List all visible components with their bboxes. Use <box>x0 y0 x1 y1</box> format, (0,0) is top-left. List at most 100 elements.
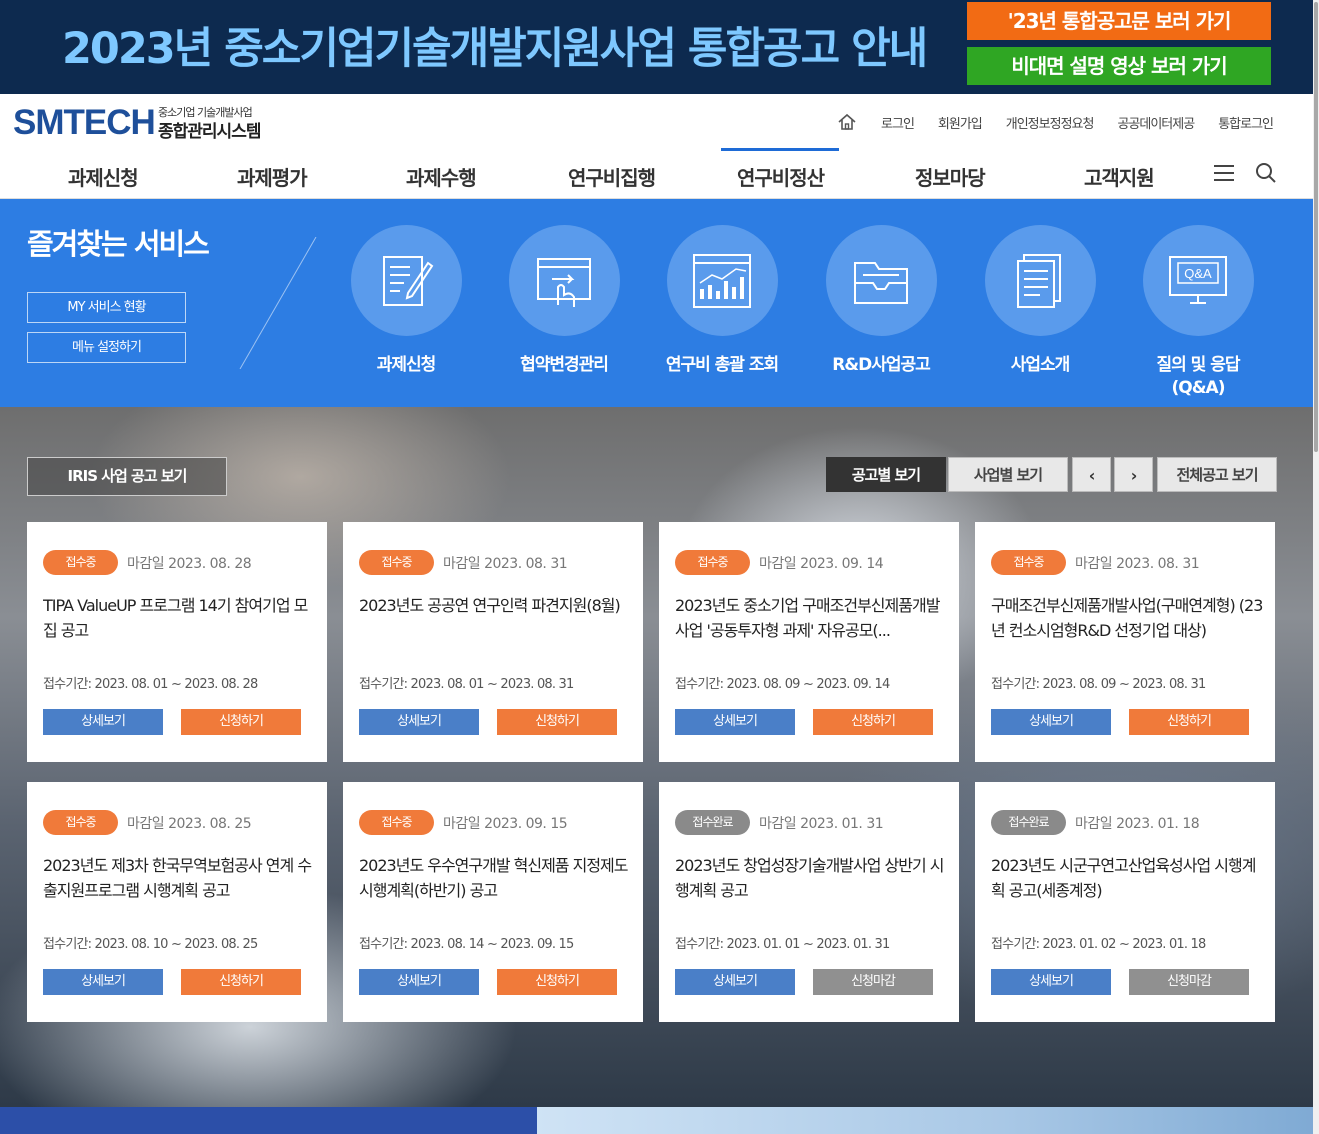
main-nav: 과제신청 과제평가 과제수행 연구비집행 연구비정산 정보마당 고객지원 <box>0 148 1313 199</box>
deadline: 마감일 2023. 08. 31 <box>1075 556 1200 572</box>
quick-label: R&D사업공고 <box>832 355 931 375</box>
iris-notice-button[interactable]: IRIS 사업 공고 보기 <box>27 457 227 496</box>
quick-qna[interactable]: Q&A 질의 및 응답 (Q&A) <box>1123 225 1273 400</box>
folder-icon <box>854 261 908 304</box>
signup-link[interactable]: 회원가입 <box>938 113 983 132</box>
notice-title[interactable]: 2023년도 중소기업 구매조건부신제품개발사업 '공동투자형 과제' 자유공모… <box>675 593 947 643</box>
detail-button[interactable]: 상세보기 <box>991 709 1111 735</box>
bottom-section-left <box>0 1107 537 1134</box>
public-data-link[interactable]: 공공데이터제공 <box>1117 113 1195 132</box>
status-badge: 접수중 <box>991 550 1066 575</box>
bar-chart-icon <box>693 253 751 308</box>
login-link[interactable]: 로그인 <box>881 113 915 132</box>
scrollbar[interactable] <box>1313 0 1319 1134</box>
bottom-section-right <box>537 1107 1313 1134</box>
status-badge: 접수완료 <box>675 810 750 835</box>
nav-item-support[interactable]: 고객지원 <box>1084 162 1155 191</box>
notice-card: 접수완료 마감일 2023. 01. 18 2023년도 시군구연고산업육성사업… <box>975 782 1275 1022</box>
integrated-login-link[interactable]: 통합로그인 <box>1218 113 1274 132</box>
deadline: 마감일 2023. 01. 31 <box>759 816 884 832</box>
quick-label: 사업소개 <box>1010 355 1071 375</box>
deadline: 마감일 2023. 08. 31 <box>443 556 568 572</box>
tab-by-notice[interactable]: 공고별 보기 <box>826 457 946 492</box>
hamburger-menu-icon[interactable] <box>1213 164 1235 182</box>
apply-button[interactable]: 신청하기 <box>181 709 301 735</box>
documents-icon <box>1017 253 1061 308</box>
scrollbar-thumb[interactable] <box>1314 2 1318 452</box>
view-video-button[interactable]: 비대면 설명 영상 보러 가기 <box>967 47 1271 85</box>
my-service-button[interactable]: MY 서비스 현황 <box>27 292 186 323</box>
apply-button[interactable]: 신청하기 <box>497 969 617 995</box>
apply-button[interactable]: 신청하기 <box>181 969 301 995</box>
detail-button[interactable]: 상세보기 <box>359 969 479 995</box>
detail-button[interactable]: 상세보기 <box>43 969 163 995</box>
logo[interactable]: SMTECH <box>13 103 156 143</box>
touch-screen-icon <box>537 257 591 307</box>
quick-contract-change[interactable]: 협약변경관리 <box>489 225 639 377</box>
banner-title: 2023년 중소기업기술개발지원사업 통합공고 안내 <box>62 24 928 74</box>
notice-title[interactable]: 2023년도 우수연구개발 혁신제품 지정제도 시행계획(하반기) 공고 <box>359 853 631 903</box>
application-period: 접수기간: 2023. 08. 10 ~ 2023. 08. 25 <box>43 937 258 952</box>
home-icon[interactable] <box>837 112 857 132</box>
apply-button[interactable]: 신청하기 <box>497 709 617 735</box>
detail-button[interactable]: 상세보기 <box>43 709 163 735</box>
notice-title[interactable]: 2023년도 시군구연고산업육성사업 시행계획 공고(세종계정) <box>991 853 1263 903</box>
deadline: 마감일 2023. 01. 18 <box>1075 816 1200 832</box>
quick-label: 협약변경관리 <box>520 355 609 375</box>
detail-button[interactable]: 상세보기 <box>991 969 1111 995</box>
quick-label: 과제신청 <box>376 355 437 375</box>
nav-item-task-apply[interactable]: 과제신청 <box>68 162 139 191</box>
application-period: 접수기간: 2023. 08. 09 ~ 2023. 08. 31 <box>991 677 1206 692</box>
next-arrow-icon[interactable]: › <box>1114 457 1153 492</box>
notice-card: 접수중 마감일 2023. 08. 31 구매조건부신제품개발사업(구매연계형)… <box>975 522 1275 762</box>
menu-settings-button[interactable]: 메뉴 설정하기 <box>27 332 186 363</box>
detail-button[interactable]: 상세보기 <box>675 709 795 735</box>
notice-section: IRIS 사업 공고 보기 공고별 보기 사업별 보기 ‹ › 전체공고 보기 … <box>0 407 1313 1107</box>
status-badge: 접수완료 <box>991 810 1066 835</box>
view-notice-button[interactable]: '23년 통합공고문 보러 가기 <box>967 2 1271 40</box>
divider-line <box>239 237 317 369</box>
deadline: 마감일 2023. 09. 14 <box>759 556 884 572</box>
tab-by-business[interactable]: 사업별 보기 <box>948 457 1068 492</box>
notice-title[interactable]: 2023년도 창업성장기술개발사업 상반기 시행계획 공고 <box>675 853 947 903</box>
application-period: 접수기간: 2023. 08. 14 ~ 2023. 09. 15 <box>359 937 574 952</box>
status-badge: 접수중 <box>675 550 750 575</box>
privacy-request-link[interactable]: 개인정보정정요청 <box>1006 113 1095 132</box>
detail-button[interactable]: 상세보기 <box>675 969 795 995</box>
deadline: 마감일 2023. 08. 28 <box>127 556 252 572</box>
status-badge: 접수중 <box>359 810 434 835</box>
application-period: 접수기간: 2023. 01. 02 ~ 2023. 01. 18 <box>991 937 1206 952</box>
quick-fund-overview[interactable]: 연구비 총괄 조회 <box>647 225 797 377</box>
quick-label: 연구비 총괄 조회 <box>665 355 779 375</box>
notice-title[interactable]: 2023년도 공공연 연구인력 파견지원(8월) <box>359 593 631 643</box>
notice-card: 접수중 마감일 2023. 08. 25 2023년도 제3차 한국무역보험공사… <box>27 782 327 1022</box>
notice-title[interactable]: 구매조건부신제품개발사업(구매연계형) (23년 컨소시엄형R&D 선정기업 대… <box>991 593 1263 643</box>
notice-card: 접수중 마감일 2023. 09. 15 2023년도 우수연구개발 혁신제품 … <box>343 782 643 1022</box>
quick-business-intro[interactable]: 사업소개 <box>965 225 1115 377</box>
notice-title[interactable]: TIPA ValueUP 프로그램 14기 참여기업 모집 공고 <box>43 593 315 643</box>
detail-button[interactable]: 상세보기 <box>359 709 479 735</box>
favorite-services: 즐겨찾는 서비스 MY 서비스 현황 메뉴 설정하기 과제신청 협약변경관리 연… <box>0 199 1313 407</box>
logo-system-name: 종합관리시스템 <box>158 122 261 142</box>
notice-card: 접수중 마감일 2023. 09. 14 2023년도 중소기업 구매조건부신제… <box>659 522 959 762</box>
quick-rnd-notice[interactable]: R&D사업공고 <box>806 225 956 377</box>
quick-task-apply[interactable]: 과제신청 <box>331 225 481 377</box>
nav-item-task-execution[interactable]: 과제수행 <box>406 162 477 191</box>
nav-item-task-evaluation[interactable]: 과제평가 <box>237 162 308 191</box>
apply-button[interactable]: 신청하기 <box>813 709 933 735</box>
notice-card: 접수중 마감일 2023. 08. 31 2023년도 공공연 연구인력 파견지… <box>343 522 643 762</box>
all-notices-button[interactable]: 전체공고 보기 <box>1157 457 1277 492</box>
application-period: 접수기간: 2023. 01. 01 ~ 2023. 01. 31 <box>675 937 890 952</box>
prev-arrow-icon[interactable]: ‹ <box>1072 457 1111 492</box>
apply-button[interactable]: 신청하기 <box>1129 709 1249 735</box>
nav-item-info[interactable]: 정보마당 <box>915 162 986 191</box>
search-icon[interactable] <box>1255 162 1277 184</box>
status-badge: 접수중 <box>359 550 434 575</box>
nav-item-fund-execution[interactable]: 연구비집행 <box>568 162 656 191</box>
quick-label: 질의 및 응답 (Q&A) <box>1156 355 1240 398</box>
nav-item-fund-settlement[interactable]: 연구비정산 <box>737 162 825 191</box>
favorite-services-title: 즐겨찾는 서비스 <box>27 227 210 261</box>
notice-card: 접수완료 마감일 2023. 01. 31 2023년도 창업성장기술개발사업 … <box>659 782 959 1022</box>
document-pen-icon <box>383 255 434 306</box>
notice-title[interactable]: 2023년도 제3차 한국무역보험공사 연계 수출지원프로그램 시행계획 공고 <box>43 853 315 903</box>
